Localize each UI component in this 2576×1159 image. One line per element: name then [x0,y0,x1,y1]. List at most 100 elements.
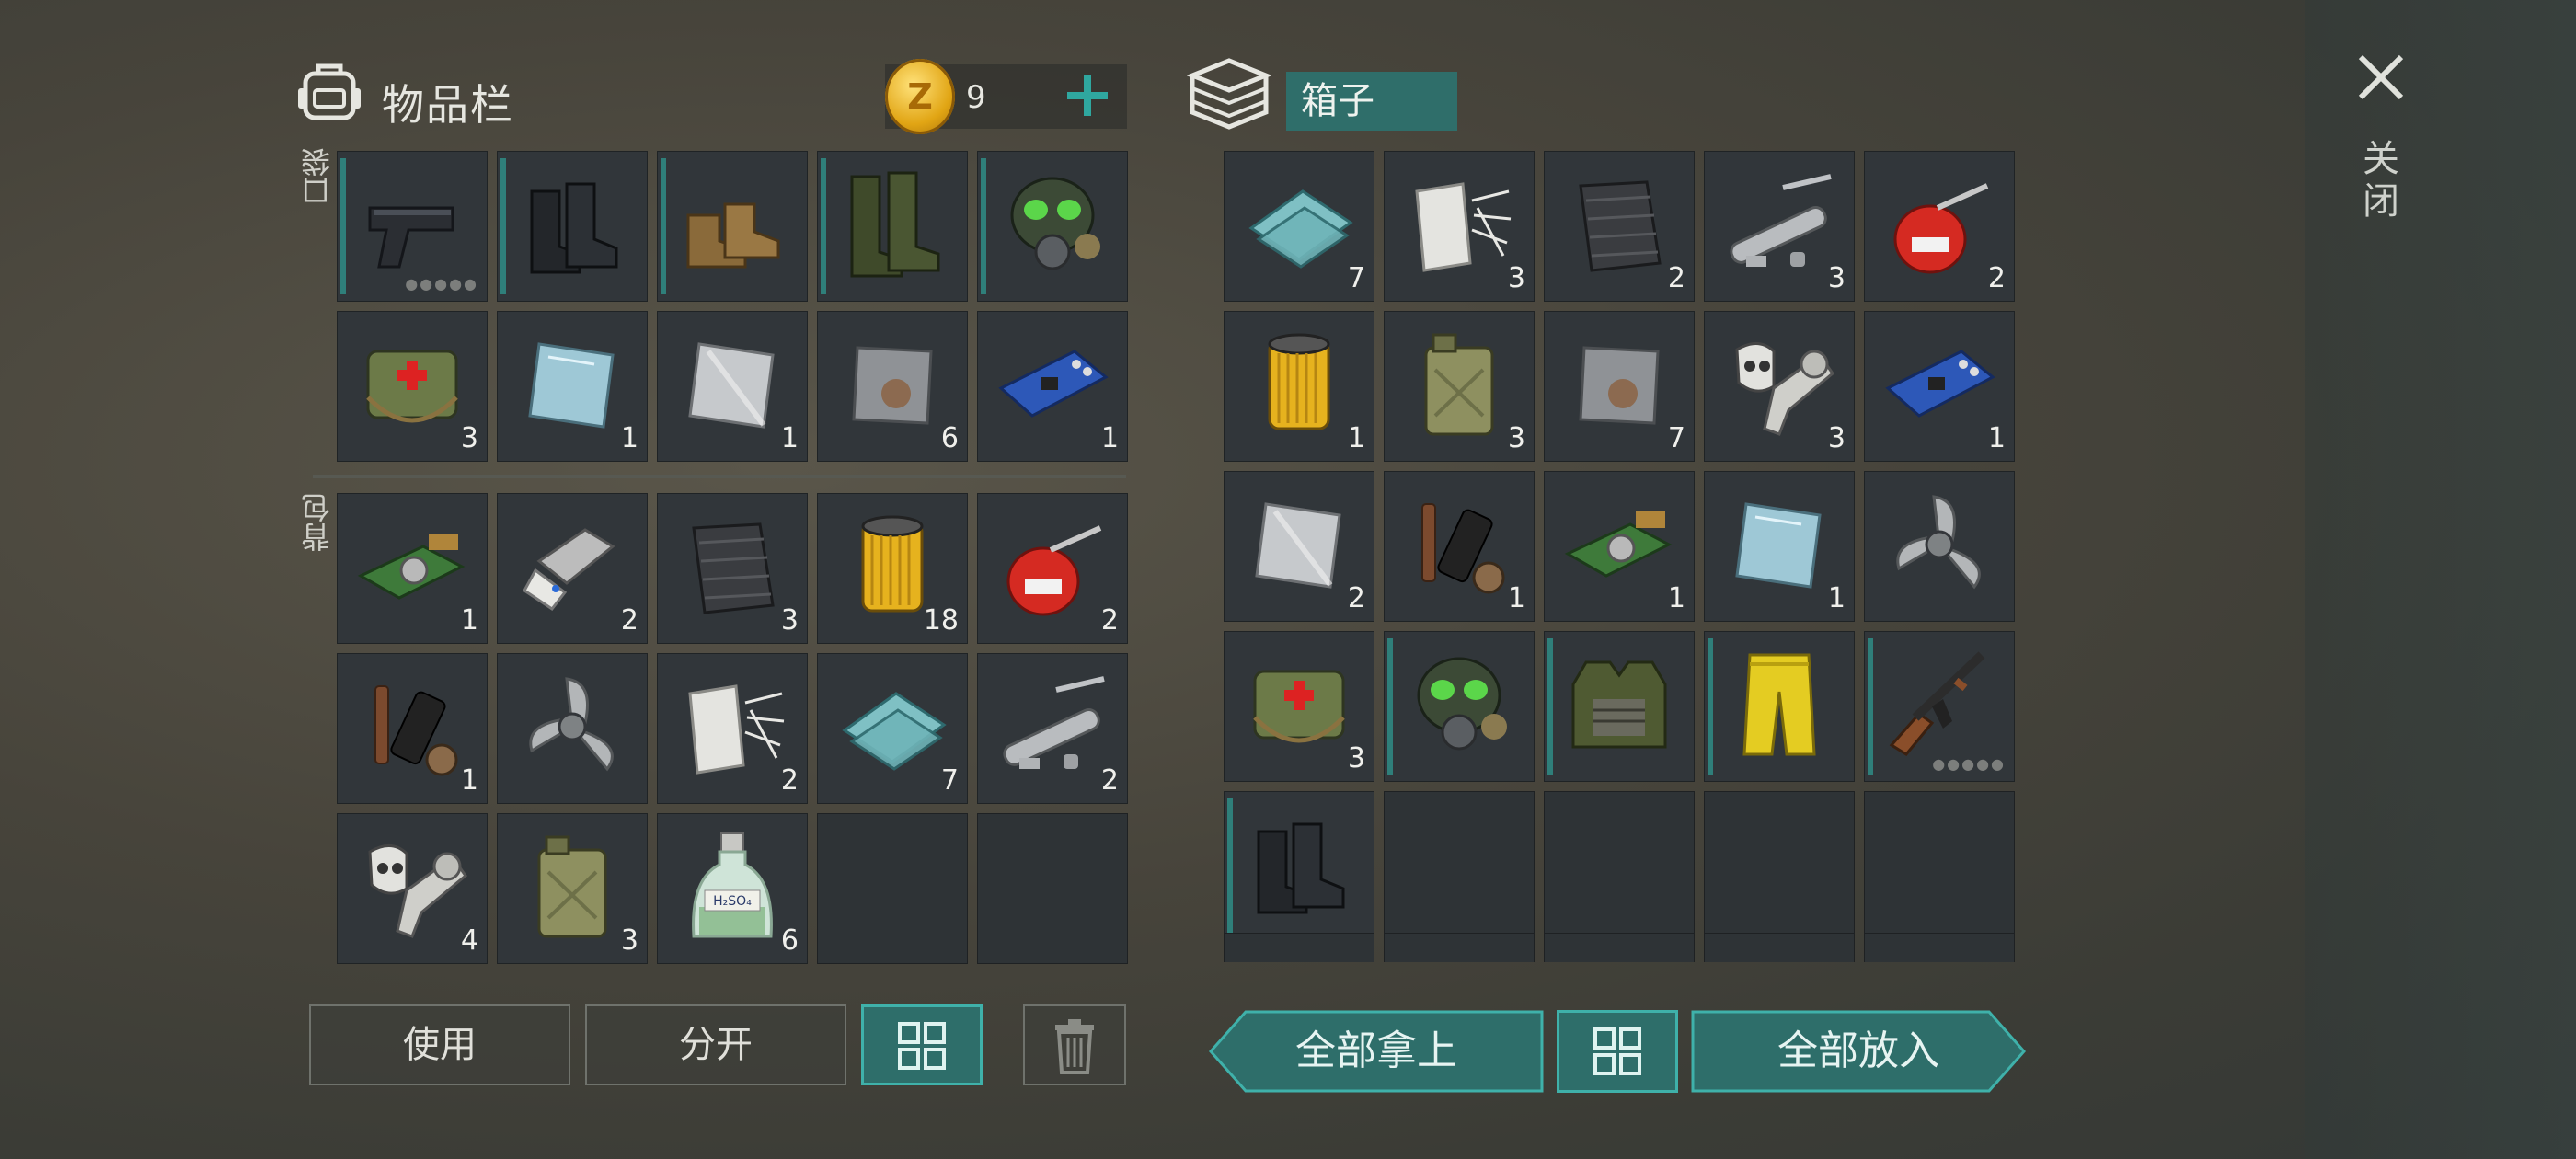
medkit-bag-icon [366,350,458,423]
backpack-slot[interactable]: 1 [337,653,488,804]
item-count: 3 [460,422,478,454]
oil-filter-icon [1268,333,1330,430]
backpack-slot[interactable]: 7 [817,653,968,804]
box-slot[interactable]: 2 [1224,471,1374,622]
use-button[interactable]: 使用 [309,1004,570,1085]
close-icon[interactable] [2355,52,2407,103]
box-slot[interactable]: ●●●●● [1864,631,2015,782]
item-count: 6 [780,924,799,957]
chemical-bottle-icon: H₂SO₄ [692,832,773,938]
box-slot[interactable]: 3 [1384,311,1535,462]
jerry-can-icon [1424,333,1494,436]
inventory-slot[interactable] [1384,933,1535,962]
pocket-slot[interactable] [497,151,648,302]
box-slot[interactable]: 2 [1864,151,2015,302]
box-slot[interactable]: 3 [1224,631,1374,782]
put-all-button[interactable]: 全部放入 [1691,1010,2026,1093]
jerry-can-icon [537,835,607,938]
box-slot[interactable] [1544,631,1695,782]
pocket-slot[interactable]: 3 [337,311,488,462]
key-card-icon [523,528,615,612]
pocket-slot[interactable] [657,151,808,302]
pocket-slot[interactable]: 1 [657,311,808,462]
backpack-slot[interactable]: 2 [497,493,648,644]
empty-slot[interactable] [817,813,968,964]
backpack-slot[interactable]: 3 [497,813,648,964]
box-slot[interactable]: 3 [1704,311,1855,462]
close-label[interactable]: 关闭 [2363,138,2399,223]
item-count: 1 [780,422,799,454]
steel-plate-icon [1255,502,1341,589]
box-slot[interactable]: 7 [1224,151,1374,302]
inventory-slot[interactable] [1864,933,2015,962]
inventory-slot[interactable] [1544,933,1695,962]
pocket-slot[interactable]: ●●●●● [337,151,488,302]
propeller-icon [1896,495,1981,590]
black-boots-icon [1257,822,1345,914]
backpack-slot[interactable]: 2 [657,653,808,804]
item-count: 1 [1667,582,1685,614]
backpack-slot[interactable]: 2 [977,653,1128,804]
pistol-icon [368,206,454,269]
steel-plate-icon [688,342,775,429]
engine-parts-icon [1735,342,1835,436]
item-count: 1 [1347,422,1365,454]
backpack-slot[interactable] [497,653,648,804]
box-slot[interactable]: 1 [1864,311,2015,462]
pocket-slot[interactable]: 6 [817,311,968,462]
camera-module-icon [1564,511,1673,578]
carbon-fabric-icon [1579,180,1662,272]
backpack-slot[interactable]: 18 [817,493,968,644]
empty-slot[interactable] [1704,791,1855,942]
box-slot[interactable]: 3 [1704,151,1855,302]
box-slot[interactable] [1384,631,1535,782]
trash-button[interactable] [1023,1004,1126,1085]
item-count: 2 [620,604,638,637]
pocket-slot[interactable] [977,151,1128,302]
empty-slot[interactable] [1864,791,2015,942]
box-slot[interactable] [1864,471,2015,622]
item-count: 3 [1507,422,1525,454]
box-slot[interactable]: 1 [1544,471,1695,622]
circuit-board-icon [1885,350,1995,418]
box-slot[interactable] [1224,791,1374,942]
equipped-indicator [661,158,666,294]
inventory-slot[interactable] [1224,933,1374,962]
take-all-button[interactable]: 全部拿上 [1209,1010,1544,1093]
carbon-fabric-icon [692,522,775,614]
split-button[interactable]: 分开 [585,1004,846,1085]
inventory-slot[interactable] [1704,933,1855,962]
box-slot[interactable]: 2 [1544,151,1695,302]
pocket-slot[interactable] [817,151,968,302]
empty-slot[interactable] [1544,791,1695,942]
equipped-indicator [821,158,826,294]
item-count: 2 [1667,262,1685,294]
item-count: 2 [1100,604,1119,637]
box-grid-overflow-row [1224,933,2015,962]
fiberglass-icon [688,684,785,775]
box-sort-button[interactable] [1557,1010,1678,1093]
box-slot[interactable]: 1 [1384,471,1535,622]
backpack-slot[interactable]: 2 [977,493,1128,644]
item-count: 1 [460,604,478,637]
box-slot[interactable] [1704,631,1855,782]
backpack-slot[interactable]: 4 [337,813,488,964]
pocket-slot[interactable]: 1 [977,311,1128,462]
backpack-slot[interactable]: H₂SO₄ 6 [657,813,808,964]
glass-panes-icon [1248,189,1353,269]
add-coins-button[interactable] [1064,72,1111,120]
brown-boots-icon [686,202,780,269]
box-slot[interactable]: 7 [1544,311,1695,462]
durability-dots: ●●●●● [405,275,478,293]
empty-slot[interactable] [1384,791,1535,942]
engine-parts-icon [368,844,468,938]
backpack-slot[interactable]: 1 [337,493,488,644]
metal-pipes-icon [1730,174,1832,267]
box-slot[interactable]: 1 [1704,471,1855,622]
box-slot[interactable]: 3 [1384,151,1535,302]
box-slot[interactable]: 1 [1224,311,1374,462]
pocket-slot[interactable]: 1 [497,311,648,462]
backpack-slot[interactable]: 3 [657,493,808,644]
sort-button[interactable] [861,1004,983,1085]
empty-slot[interactable] [977,813,1128,964]
